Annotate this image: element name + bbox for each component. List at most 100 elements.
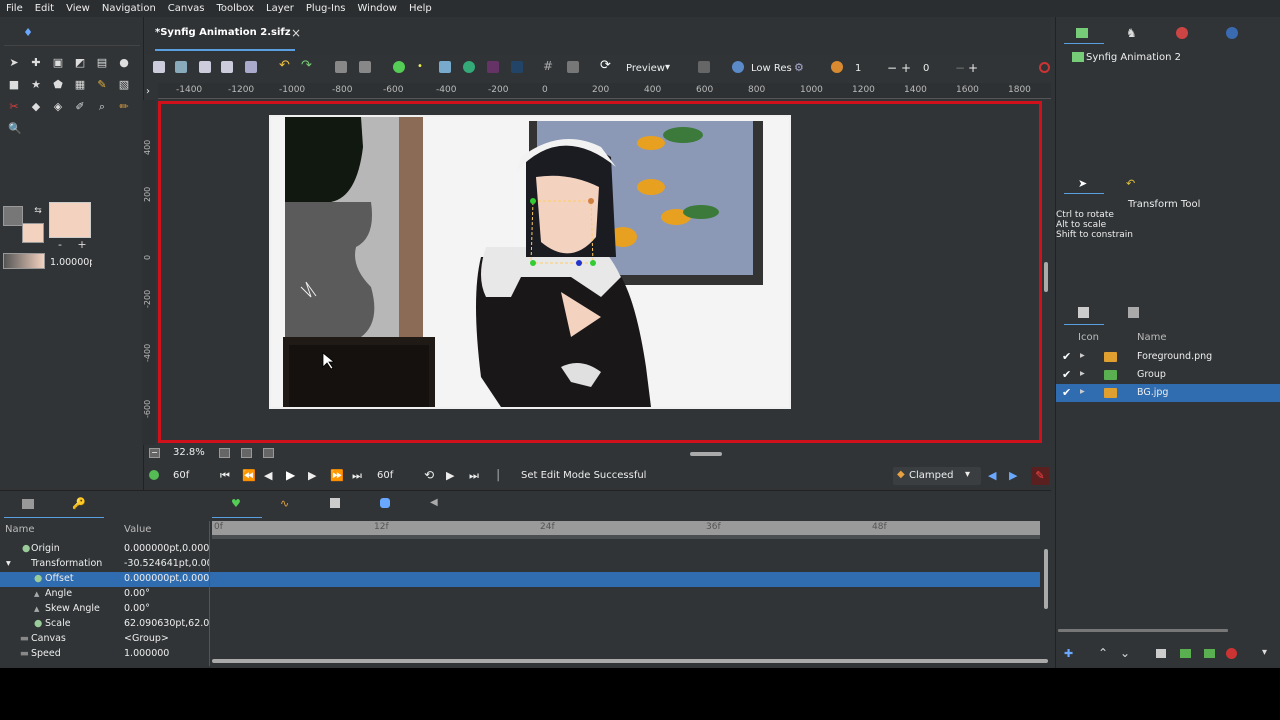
layer-name[interactable]: BG.jpg (1137, 387, 1168, 398)
menu-plugins[interactable]: Plug-Ins (300, 3, 352, 14)
interpolation-select[interactable]: ◆ Clamped ▾ (893, 467, 981, 485)
col-value-header[interactable]: Value (124, 524, 151, 535)
menu-layer[interactable]: Layer (260, 3, 300, 14)
lowres-icon[interactable] (732, 61, 744, 73)
tangent-handles-icon[interactable] (439, 61, 451, 73)
expand-icon[interactable]: ▸ (1080, 368, 1085, 379)
snap-grid-icon[interactable] (567, 61, 579, 73)
param-value[interactable]: 1.000000 (124, 648, 209, 659)
brush-width-value[interactable]: 1.00000pt (50, 257, 92, 268)
increment-icon[interactable]: + (901, 61, 911, 75)
increase-width-icon[interactable]: + (76, 239, 88, 251)
expand-chevron-down-icon[interactable]: ▾ (6, 558, 11, 569)
curves-tab-icon[interactable]: ∿ (280, 497, 289, 510)
width-handles-icon[interactable] (487, 61, 499, 73)
expand-icon[interactable]: ▸ (1080, 350, 1085, 361)
zoom-out-icon[interactable]: − (149, 448, 160, 458)
decrease-width-icon[interactable]: - (54, 239, 66, 251)
horizontal-scroll-thumb[interactable] (690, 452, 722, 456)
library-tab-icon[interactable]: 🔑 (72, 497, 86, 510)
sketch-tool-icon[interactable]: ✏ (118, 101, 130, 113)
menu-help[interactable]: Help (403, 3, 438, 14)
timetrack-tab-icon[interactable]: ♥ (231, 497, 241, 510)
toolbox-tab-icon[interactable]: ♦ (22, 27, 34, 39)
seek-begin-icon[interactable]: ⏮ (220, 469, 230, 483)
width-tool-icon[interactable]: ◆ (30, 101, 42, 113)
cutout-tool-icon[interactable]: ✂ (8, 101, 20, 113)
param-value[interactable]: 0.000000pt,0.0000 (124, 543, 209, 554)
more-options-chevron-down-icon[interactable]: ▾ (1262, 647, 1267, 658)
smooth-move-tool-icon[interactable]: ✚ (30, 57, 42, 69)
frame-spin-b[interactable]: 0 (923, 63, 929, 74)
gradient-tool-icon[interactable]: ▦ (74, 79, 86, 91)
preview-render-icon[interactable] (359, 61, 371, 73)
ruler-corner-icon[interactable]: › (146, 86, 150, 97)
loop-icon[interactable]: ⟲ (424, 468, 434, 482)
param-value[interactable]: 0.00° (124, 588, 209, 599)
layer-name[interactable]: Foreground.png (1137, 351, 1212, 362)
raise-layer-icon[interactable]: ⌃ (1098, 646, 1108, 660)
past-keyframes-lock-icon[interactable]: ◀ (988, 469, 996, 482)
layer-name[interactable]: Group (1137, 369, 1166, 380)
param-value[interactable]: 0.000000pt,0.0000 (124, 573, 209, 584)
sound-tab-icon[interactable]: ◀ (430, 497, 438, 508)
param-value[interactable]: 62.090630pt,62.05 (124, 618, 209, 629)
next-keyframe-icon[interactable]: ⏩ (330, 469, 344, 482)
time-ruler[interactable]: 0f 12f 24f 36f 48f (212, 521, 1040, 535)
menu-navigation[interactable]: Navigation (96, 3, 162, 14)
decrement-b-icon[interactable]: − (955, 61, 965, 75)
zoom-level[interactable]: 32.8% (173, 447, 205, 458)
timetrack-vscroll[interactable] (1044, 549, 1048, 609)
param-value[interactable]: 0.00° (124, 603, 209, 614)
zoom-in-icon[interactable] (219, 448, 230, 458)
angle-handles-icon[interactable] (511, 61, 523, 73)
onion-skin-icon[interactable] (698, 61, 710, 73)
text-tool-icon[interactable]: ⌕ (96, 101, 108, 113)
param-value[interactable]: <Group> (124, 633, 209, 644)
swap-colors-icon[interactable]: ⇆ (32, 205, 44, 217)
menu-view[interactable]: View (60, 3, 96, 14)
play-icon[interactable]: ▶ (286, 468, 295, 482)
delete-layer-icon[interactable] (1226, 648, 1237, 659)
future-keyframes-lock-icon[interactable]: ▶ (1009, 469, 1017, 482)
zoom-100-icon[interactable] (263, 448, 274, 458)
layers-hscroll[interactable] (1058, 629, 1228, 632)
lowres-toggle[interactable]: Low Res (751, 63, 792, 74)
expand-icon[interactable]: ▸ (1080, 386, 1085, 397)
new-file-icon[interactable] (153, 61, 165, 73)
prev-keyframe-icon[interactable]: ⏪ (242, 469, 256, 482)
param-value[interactable]: -30.524641pt,0.00 (124, 558, 209, 569)
sets-tab-icon[interactable] (1128, 307, 1139, 318)
menu-edit[interactable]: Edit (29, 3, 60, 14)
mirror-tool-icon[interactable]: ▤ (96, 57, 108, 69)
radius-handles-icon[interactable] (463, 61, 475, 73)
menu-toolbox[interactable]: Toolbox (211, 3, 261, 14)
history-tab-icon[interactable] (1176, 27, 1188, 39)
increment-b-icon[interactable]: + (968, 61, 978, 75)
next-frame-icon[interactable]: ▶ (308, 469, 316, 482)
canvas-browser-item[interactable]: Synfig Animation 2 (1086, 52, 1181, 63)
grid-icon[interactable]: # (543, 59, 555, 73)
timetrack-scrollbar[interactable] (212, 659, 1048, 663)
render-icon[interactable] (335, 61, 347, 73)
onion-past-icon[interactable] (831, 61, 843, 73)
settings-icon[interactable]: ⚙ (794, 61, 806, 74)
vertex-handles-icon[interactable]: • (417, 61, 429, 73)
vertical-scroll-thumb[interactable] (1044, 262, 1048, 292)
end-frame-field[interactable]: 60f (377, 470, 393, 481)
star-tool-icon[interactable]: ★ (30, 79, 42, 91)
encapsulate-icon[interactable] (1204, 649, 1215, 658)
tool-hint-icon[interactable]: ↶ (1126, 177, 1135, 190)
library-panel-icon[interactable] (380, 498, 390, 508)
play-bounds-icon[interactable]: ▶ (446, 469, 454, 482)
param-row-speed[interactable]: ▬ Speed 1.000000 (0, 647, 210, 662)
outline-color-swatch[interactable] (3, 206, 23, 226)
tool-options-tab-icon[interactable]: ➤ (1078, 177, 1087, 190)
lower-layer-icon[interactable]: ⌄ (1120, 646, 1130, 660)
param-row-canvas[interactable]: ▬ Canvas <Group> (0, 632, 210, 647)
layers-tab-icon[interactable] (1078, 307, 1089, 318)
fill-color-swatch-small[interactable] (22, 223, 44, 243)
preview-chevron-down-icon[interactable]: ▾ (665, 62, 670, 73)
scale-tool-icon[interactable]: ▣ (52, 57, 64, 69)
draw-tool-icon[interactable]: ▧ (118, 79, 130, 91)
